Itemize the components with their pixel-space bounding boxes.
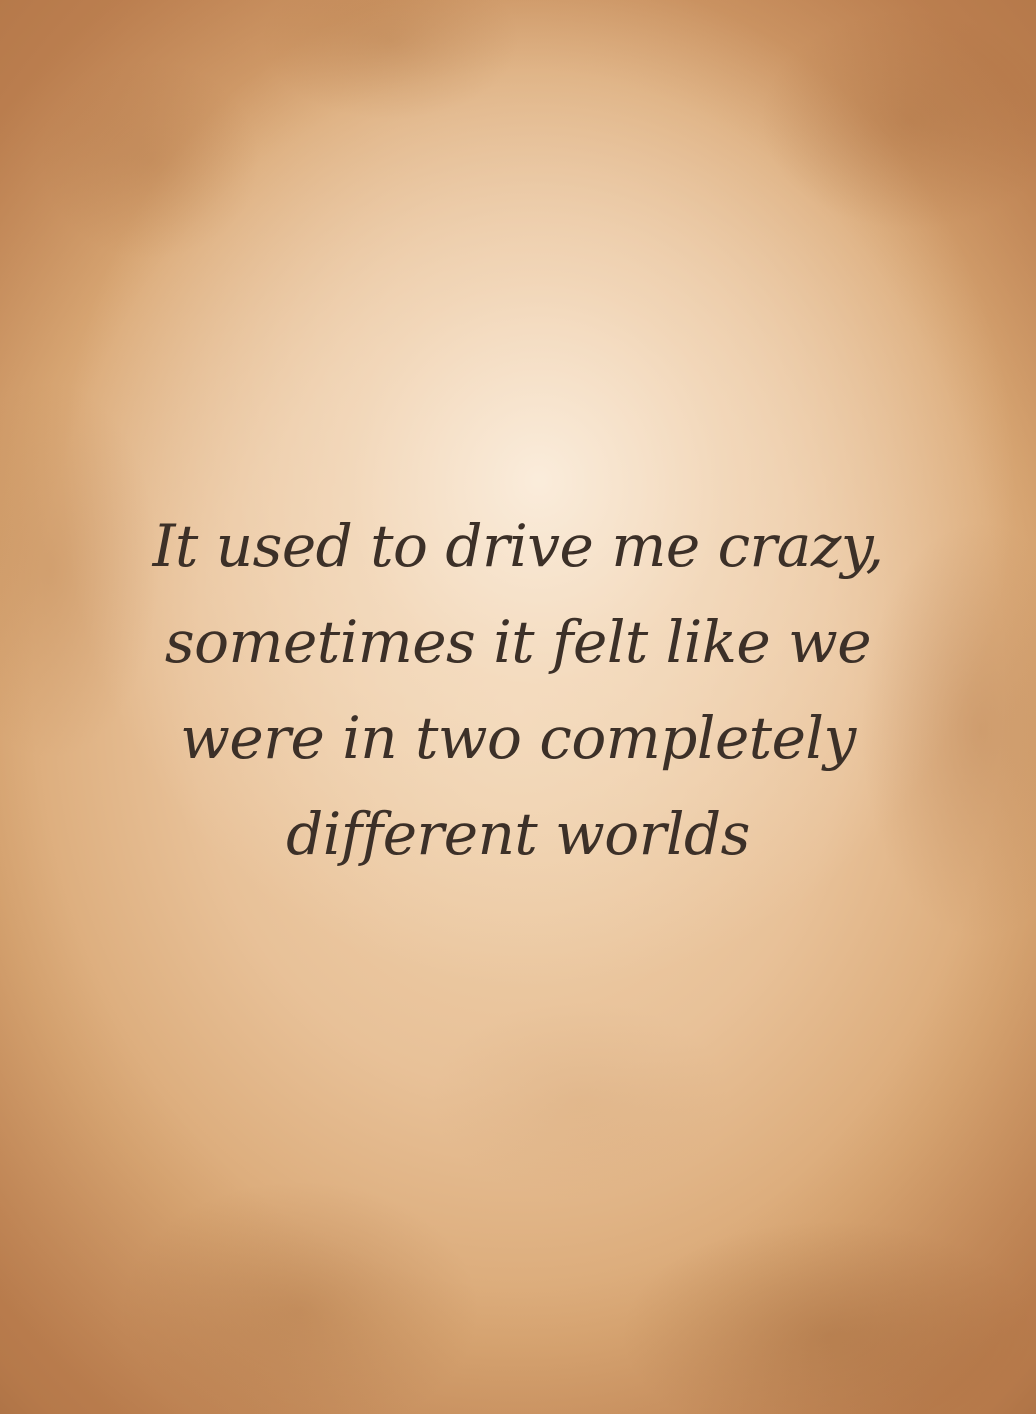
paper-stain bbox=[620, 1220, 1036, 1414]
paper-stain bbox=[120, 1180, 480, 1414]
parchment-background: It used to drive me crazy, sometimes it … bbox=[0, 0, 1036, 1414]
paper-stain bbox=[430, 1000, 730, 1200]
paper-stain bbox=[760, 10, 1036, 230]
quote-line-4: different worlds bbox=[286, 800, 750, 868]
quote-text: It used to drive me crazy, sometimes it … bbox=[60, 498, 976, 882]
paper-stain bbox=[40, 60, 260, 260]
quote-line-1: It used to drive me crazy, bbox=[152, 512, 884, 580]
paper-stain bbox=[260, 0, 520, 120]
quote-line-2: sometimes it felt like we bbox=[164, 608, 872, 676]
quote-line-3: were in two completely bbox=[180, 704, 856, 772]
